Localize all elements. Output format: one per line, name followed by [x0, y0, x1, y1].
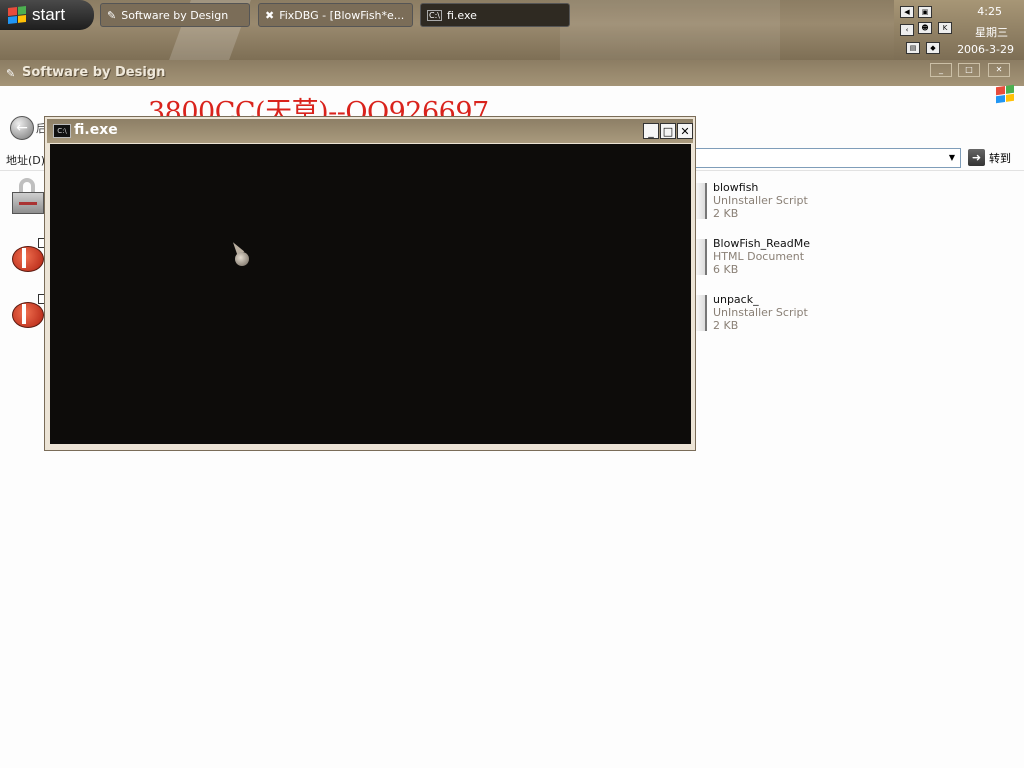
clock[interactable]: 4:25 [977, 5, 1002, 18]
ime-icon[interactable]: K [938, 22, 952, 34]
console-close-button[interactable]: ✕ [677, 123, 693, 139]
clownfish-icon[interactable] [10, 294, 46, 330]
console-title-bar[interactable]: C:\ fi.exe _ □ ✕ [47, 119, 693, 143]
taskbar-button-fixdbg[interactable]: ✖ FixDBG - [BlowFish*e... [258, 3, 413, 27]
date: 2006-3-29 [957, 43, 1014, 56]
clownfish-icon[interactable] [10, 238, 46, 274]
network-icon[interactable]: ▣ [918, 6, 932, 18]
tray-arrow-icon[interactable]: ‹ [900, 24, 914, 36]
console-maximize-button[interactable]: □ [660, 123, 676, 139]
address-input[interactable]: ▼ [693, 148, 961, 168]
bug-icon: ✖ [265, 8, 275, 22]
windows-flag-icon [8, 6, 26, 24]
taskbar-highlight [560, 0, 780, 60]
console-icon: C:\ [427, 9, 442, 21]
busy-cursor-icon [235, 252, 249, 266]
file-name: blowfish [713, 181, 759, 194]
file-size: 2 KB [713, 319, 739, 332]
task-label: Software by Design [121, 8, 229, 22]
task-label: FixDBG - [BlowFish*e... [279, 8, 405, 22]
taskbar-button-software-by-design[interactable]: ✎ Software by Design [100, 3, 250, 27]
file-name: BlowFish_ReadMe [713, 237, 811, 250]
go-arrow-icon: ➜ [968, 149, 985, 166]
file-type: HTML Document [713, 250, 805, 263]
file-type: UnInstaller Script [713, 306, 808, 319]
console-app-icon: C:\ [53, 124, 71, 138]
speaker-icon[interactable]: ◀ [900, 6, 914, 18]
go-button[interactable]: ➜ 转到 [968, 149, 1011, 166]
system-tray: ◀ ▣ ‹ ☻ K ▤ ◆ 4:25 星期三 2006-3-29 [894, 0, 1024, 60]
console-minimize-button[interactable]: _ [643, 123, 659, 139]
weekday: 星期三 [975, 26, 1008, 39]
explorer-title: Software by Design [22, 65, 166, 80]
file-size: 6 KB [713, 263, 739, 276]
start-button[interactable]: start [0, 0, 94, 30]
qq-icon[interactable]: ☻ [918, 22, 932, 34]
explorer-title-bar: ✎ Software by Design _ □ ✕ [0, 60, 1024, 86]
go-label: 转到 [989, 151, 1011, 165]
maximize-button[interactable]: □ [958, 63, 980, 77]
file-name: unpack_ [713, 293, 759, 306]
console-window[interactable]: C:\ fi.exe _ □ ✕ [44, 116, 696, 451]
folder-icon: ✎ [107, 8, 117, 22]
back-arrow-icon: ← [16, 120, 28, 136]
back-button[interactable]: ← [10, 116, 34, 140]
console-output-area[interactable] [50, 144, 691, 444]
file-size: 2 KB [713, 207, 739, 220]
shield-icon[interactable]: ◆ [926, 42, 940, 54]
address-label: 地址(D) [6, 154, 46, 167]
start-label: start [32, 5, 66, 24]
file-item[interactable]: unpack_ UnInstaller Script 2 KB [693, 293, 853, 341]
task-label: fi.exe [446, 8, 477, 22]
close-button[interactable]: ✕ [988, 63, 1010, 77]
monitor-icon[interactable]: ▤ [906, 42, 920, 54]
file-type: UnInstaller Script [713, 194, 808, 207]
taskbar: start ✎ Software by Design ✖ FixDBG - [B… [0, 0, 1024, 60]
file-item[interactable]: blowfish UnInstaller Script 2 KB [693, 181, 853, 229]
pen-icon: ✎ [6, 67, 16, 80]
taskbar-button-fi-exe[interactable]: C:\ fi.exe [420, 3, 570, 27]
file-item[interactable]: BlowFish_ReadMe HTML Document 6 KB [693, 237, 853, 285]
lock-icon[interactable] [10, 178, 46, 214]
minimize-button[interactable]: _ [930, 63, 952, 77]
console-title: fi.exe [74, 122, 118, 138]
windows-logo-icon [996, 84, 1014, 104]
chevron-down-icon[interactable]: ▼ [945, 150, 959, 166]
